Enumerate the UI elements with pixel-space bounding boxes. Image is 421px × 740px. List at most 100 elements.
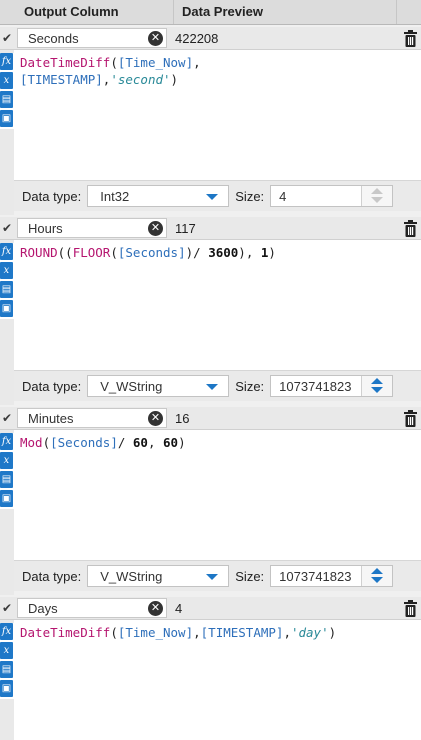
size-field[interactable]: 1073741823	[270, 565, 394, 587]
data-type-select[interactable]: V_WString	[87, 375, 230, 397]
expression-token: 'second'	[110, 72, 171, 87]
output-column-header: Output Column	[0, 0, 174, 24]
clear-x-icon[interactable]: ✕	[148, 31, 163, 46]
expression-token: (	[42, 435, 51, 450]
expression-token: DateTimeDiff	[20, 55, 111, 70]
data-preview-value: 117	[175, 220, 196, 236]
expression-token: )	[268, 245, 276, 260]
variable-x-icon[interactable]: x	[0, 452, 13, 469]
size-field[interactable]: 4	[270, 185, 394, 207]
formula-row-days[interactable]: ✔ Days ✕ 4	[0, 597, 421, 620]
expression-token: FLOOR	[72, 245, 111, 260]
chevron-down-icon[interactable]	[206, 194, 219, 200]
size-value: 1073741823	[279, 568, 352, 584]
spin-up-icon[interactable]	[371, 378, 384, 384]
data-type-row: Data type: V_WString Size: 1073741823	[14, 560, 421, 591]
checkmark-icon[interactable]: ✔	[0, 27, 14, 49]
output-column-name-field[interactable]: Days ✕	[17, 598, 167, 618]
formula-row-hours[interactable]: ✔ Hours ✕ 117	[0, 217, 421, 240]
output-column-name-field[interactable]: Seconds ✕	[17, 28, 167, 48]
trash-icon[interactable]	[399, 217, 421, 239]
function-fx-icon[interactable]: fx	[0, 623, 13, 640]
chevron-down-icon[interactable]	[206, 384, 219, 390]
clear-x-icon[interactable]: ✕	[148, 601, 163, 616]
spin-up-icon[interactable]	[371, 188, 384, 194]
data-type-label: Data type:	[22, 378, 82, 394]
folder-icon[interactable]: ▤	[0, 661, 13, 678]
size-spinner[interactable]	[361, 566, 393, 586]
output-column-name: Minutes	[28, 410, 74, 426]
folder-icon[interactable]: ▤	[0, 471, 13, 488]
folder-icon[interactable]: ▤	[0, 91, 13, 108]
clear-x-icon[interactable]: ✕	[148, 221, 163, 236]
size-spinner[interactable]	[361, 376, 393, 396]
output-column-name-field[interactable]: Minutes ✕	[17, 408, 167, 428]
formula-row-minutes[interactable]: ✔ Minutes ✕ 16	[0, 407, 421, 430]
expression-token: [Time_Now]	[117, 625, 194, 640]
data-type-row: Data type: V_WString Size: 1073741823	[14, 370, 421, 401]
expression-token: ,	[147, 435, 164, 450]
expression-token: )	[178, 435, 186, 450]
data-type-select[interactable]: Int32	[87, 185, 230, 207]
trash-icon[interactable]	[399, 407, 421, 429]
output-column-name-field[interactable]: Hours ✕	[17, 218, 167, 238]
variable-x-icon[interactable]: x	[0, 72, 13, 89]
expression-editor[interactable]: DateTimeDiff([Time_Now], [TIMESTAMP],'se…	[14, 50, 421, 180]
expression-token: [TIMESTAMP]	[200, 625, 284, 640]
size-label: Size:	[235, 568, 265, 584]
expression-token: [Time_Now]	[117, 55, 194, 70]
formula-toolbar: fx x ▤ ▣	[0, 243, 14, 319]
expression-token: ((	[57, 245, 73, 260]
expression-token: Mod	[20, 435, 43, 450]
expression-token: 'day'	[290, 625, 329, 640]
expression-token: (	[110, 55, 118, 70]
trash-icon[interactable]	[399, 597, 421, 619]
variable-x-icon[interactable]: x	[0, 262, 13, 279]
output-column-name: Hours	[28, 220, 63, 236]
expression-editor[interactable]: ROUND((FLOOR([Seconds])/ 3600), 1)	[14, 240, 421, 370]
data-type-label: Data type:	[22, 568, 82, 584]
expression-token: [Seconds]	[50, 435, 118, 450]
save-icon[interactable]: ▣	[0, 490, 13, 507]
checkmark-icon[interactable]: ✔	[0, 597, 14, 619]
save-icon[interactable]: ▣	[0, 680, 13, 697]
clear-x-icon[interactable]: ✕	[148, 411, 163, 426]
formula-toolbar: fx x ▤ ▣	[0, 53, 14, 129]
expression-token: (	[110, 245, 118, 260]
checkmark-icon[interactable]: ✔	[0, 407, 14, 429]
function-fx-icon[interactable]: fx	[0, 243, 13, 260]
header-spacer	[397, 0, 421, 24]
expression-token: DateTimeDiff	[20, 625, 111, 640]
expression-editor[interactable]: DateTimeDiff([Time_Now],[TIMESTAMP],'day…	[14, 620, 421, 740]
size-field[interactable]: 1073741823	[270, 375, 394, 397]
spin-down-icon[interactable]	[371, 197, 384, 203]
expression-token: [TIMESTAMP]	[20, 72, 103, 87]
checkmark-icon[interactable]: ✔	[0, 217, 14, 239]
data-type-select[interactable]: V_WString	[87, 565, 230, 587]
column-header: Output Column Data Preview	[0, 0, 421, 25]
save-icon[interactable]: ▣	[0, 110, 13, 127]
save-icon[interactable]: ▣	[0, 300, 13, 317]
expression-editor[interactable]: Mod([Seconds]/ 60, 60)	[14, 430, 421, 560]
data-preview-value: 4	[175, 600, 183, 616]
data-type-value: Int32	[100, 188, 130, 204]
variable-x-icon[interactable]: x	[0, 642, 13, 659]
formula-toolbar: fx x ▤ ▣	[0, 433, 14, 509]
chevron-down-icon[interactable]	[206, 574, 219, 580]
data-preview-value: 16	[175, 410, 190, 426]
data-type-value: V_WString	[100, 378, 163, 394]
trash-icon[interactable]	[399, 27, 421, 49]
data-type-row: Data type: Int32 Size: 4	[14, 180, 421, 211]
expression-token: (	[110, 625, 118, 640]
function-fx-icon[interactable]: fx	[0, 433, 13, 450]
size-spinner[interactable]	[361, 186, 393, 206]
expression-token: )	[328, 625, 337, 640]
size-label: Size:	[235, 188, 265, 204]
folder-icon[interactable]: ▤	[0, 281, 13, 298]
formula-row-seconds[interactable]: ✔ Seconds ✕ 422208	[0, 27, 421, 50]
function-fx-icon[interactable]: fx	[0, 53, 13, 70]
spin-up-icon[interactable]	[371, 568, 384, 574]
spin-down-icon[interactable]	[371, 387, 384, 393]
spin-down-icon[interactable]	[371, 577, 384, 583]
expression-token: /	[117, 435, 133, 450]
